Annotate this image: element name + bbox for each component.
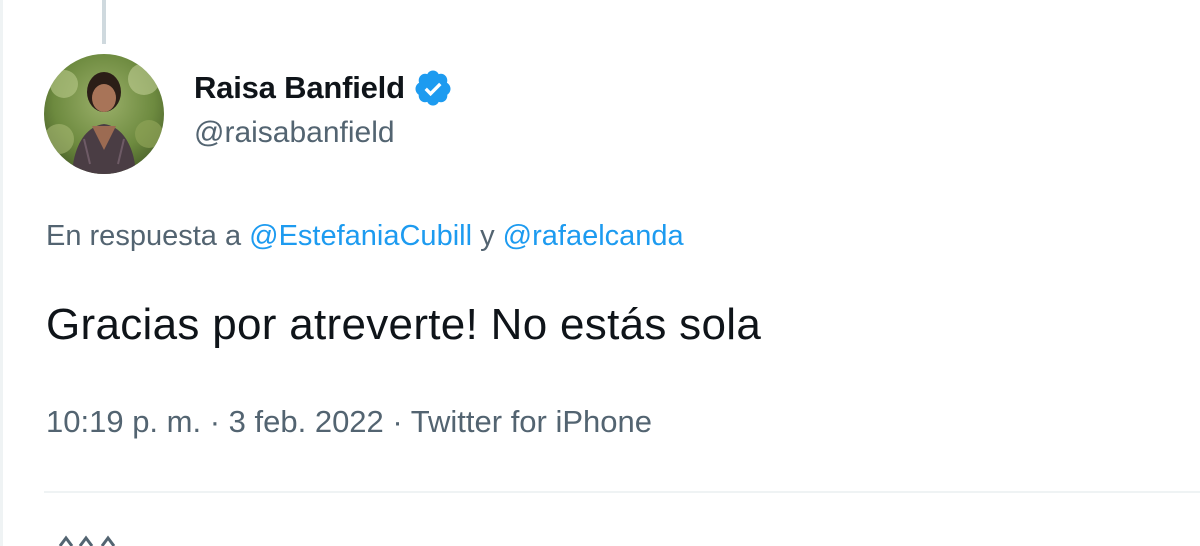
meta-separator: · [201,404,229,439]
author-name-row: Raisa Banfield [194,66,453,110]
author-handle[interactable]: @raisabanfield [194,116,395,150]
avatar[interactable] [44,54,164,174]
reply-prefix: En respuesta a [46,220,250,252]
reply-joiner: y [472,220,503,252]
tweet-metadata: 10:19 p. m. · 3 feb. 2022 · Twitter for … [46,404,652,440]
tweet-text: Gracias por atreverte! No estás sola [46,300,762,349]
column-border [0,0,3,546]
author-display-name[interactable]: Raisa Banfield [194,70,405,106]
divider [44,491,1200,493]
reply-context: En respuesta a @EstefaniaCubill y @rafae… [46,220,684,253]
thread-connector-line [102,0,106,44]
mention-link-rafaelcanda[interactable]: @rafaelcanda [503,220,684,252]
meta-separator: · [383,404,411,439]
mention-link-estefaniacubill[interactable]: @EstefaniaCubill [249,220,472,252]
tweet-detail-view: Raisa Banfield @raisabanfield En respues… [0,0,1200,546]
next-row-partial [56,532,156,546]
verified-badge-icon [413,68,453,108]
partial-text-fragment [58,535,116,546]
tweet-source[interactable]: Twitter for iPhone [411,404,652,439]
tweet-time[interactable]: 10:19 p. m. [46,404,201,439]
tweet-date[interactable]: 3 feb. 2022 [229,404,384,439]
avatar-image [44,54,164,174]
